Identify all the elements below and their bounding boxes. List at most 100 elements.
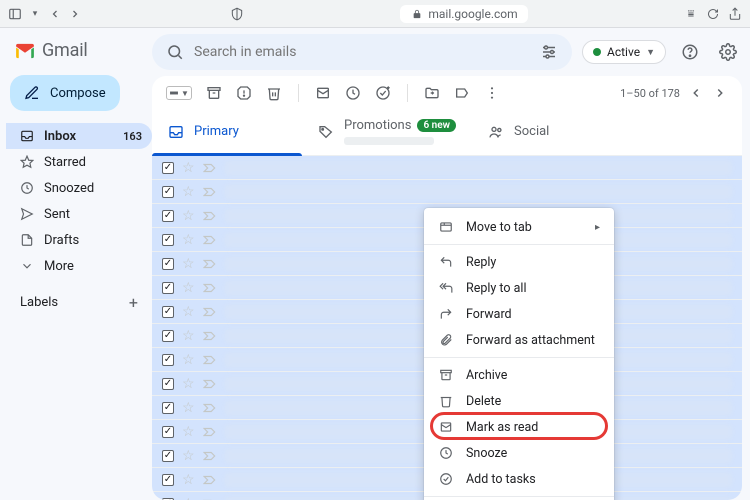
ctx-delete[interactable]: Delete: [424, 388, 614, 414]
help-icon[interactable]: [676, 38, 704, 66]
star-icon[interactable]: ☆: [182, 280, 195, 296]
row-checkbox[interactable]: [162, 402, 174, 414]
reload-icon[interactable]: [706, 7, 720, 21]
star-icon[interactable]: ☆: [182, 400, 195, 416]
row-checkbox[interactable]: [162, 282, 174, 294]
compose-button[interactable]: Compose: [10, 75, 120, 111]
tune-icon[interactable]: [540, 43, 558, 61]
people-icon: [488, 124, 504, 140]
importance-icon[interactable]: [203, 259, 217, 269]
importance-icon[interactable]: [203, 235, 217, 245]
importance-icon[interactable]: [203, 331, 217, 341]
more-icon[interactable]: [484, 85, 500, 101]
importance-icon[interactable]: [203, 283, 217, 293]
ctx-fwd_attach[interactable]: Forward as attachment: [424, 327, 614, 353]
star-icon[interactable]: ☆: [182, 304, 195, 320]
row-checkbox[interactable]: [162, 450, 174, 462]
row-checkbox[interactable]: [162, 306, 174, 318]
importance-icon[interactable]: [203, 475, 217, 485]
next-page-icon[interactable]: [712, 85, 728, 101]
ctx-mark_read[interactable]: Mark as read: [424, 414, 614, 440]
archive-icon[interactable]: [206, 85, 222, 101]
shield-icon[interactable]: [230, 7, 244, 21]
row-checkbox[interactable]: [162, 186, 174, 198]
tab-promotions[interactable]: Promotions 6 new: [302, 110, 472, 155]
row-checkbox[interactable]: [162, 234, 174, 246]
star-icon[interactable]: ☆: [182, 496, 195, 500]
prev-page-icon[interactable]: [688, 85, 704, 101]
sidebar-toggle-icon[interactable]: [8, 7, 22, 21]
settings-gear-icon[interactable]: [714, 38, 742, 66]
row-checkbox[interactable]: [162, 354, 174, 366]
importance-icon[interactable]: [203, 427, 217, 437]
search-bar[interactable]: [152, 34, 572, 70]
ctx-reply_all[interactable]: Reply to all: [424, 275, 614, 301]
add-task-icon[interactable]: [375, 85, 391, 101]
delete-icon[interactable]: [266, 85, 282, 101]
search-input[interactable]: [194, 44, 530, 60]
add-label-icon[interactable]: +: [129, 293, 138, 312]
email-row[interactable]: ☆: [152, 156, 742, 180]
url-bar[interactable]: mail.google.com: [400, 5, 527, 23]
ctx-reply[interactable]: Reply: [424, 249, 614, 275]
row-checkbox[interactable]: [162, 426, 174, 438]
select-all-checkbox[interactable]: ▼: [166, 86, 192, 100]
importance-icon[interactable]: [203, 187, 217, 197]
ctx-forward[interactable]: Forward: [424, 301, 614, 327]
sidebar-item-label: Drafts: [44, 233, 79, 248]
sidebar-item-snoozed[interactable]: Snoozed: [6, 175, 152, 201]
ctx-move_tab[interactable]: Move to tab▸: [424, 214, 614, 240]
tab-primary[interactable]: Primary: [152, 110, 302, 155]
sidebar-item-starred[interactable]: Starred: [6, 149, 152, 175]
ctx-add_tasks[interactable]: Add to tasks: [424, 466, 614, 492]
importance-icon[interactable]: [203, 211, 217, 221]
row-checkbox[interactable]: [162, 210, 174, 222]
sidebar-item-sent[interactable]: Sent: [6, 201, 152, 227]
sidebar-item-more[interactable]: More: [6, 253, 152, 279]
row-checkbox[interactable]: [162, 330, 174, 342]
status-label: Active: [607, 45, 640, 59]
star-icon[interactable]: ☆: [182, 208, 195, 224]
importance-icon[interactable]: [203, 403, 217, 413]
sidebar-item-inbox[interactable]: Inbox163: [6, 123, 152, 149]
forward-icon[interactable]: [68, 7, 82, 21]
star-icon[interactable]: ☆: [182, 352, 195, 368]
importance-icon[interactable]: [203, 307, 217, 317]
star-icon[interactable]: ☆: [182, 160, 195, 176]
share-icon[interactable]: [728, 7, 742, 21]
inbox-icon: [168, 124, 184, 140]
row-checkbox[interactable]: [162, 378, 174, 390]
row-checkbox[interactable]: [162, 162, 174, 174]
pencil-icon: [24, 85, 40, 101]
move-to-icon[interactable]: [424, 85, 440, 101]
mark-read-icon[interactable]: [315, 85, 331, 101]
star-icon[interactable]: ☆: [182, 448, 195, 464]
status-pill[interactable]: Active ▼: [582, 40, 666, 64]
importance-icon[interactable]: [203, 355, 217, 365]
importance-icon[interactable]: [203, 379, 217, 389]
back-icon[interactable]: [48, 7, 62, 21]
email-row[interactable]: ☆: [152, 180, 742, 204]
report-spam-icon[interactable]: [236, 85, 252, 101]
ctx-archive[interactable]: Archive: [424, 362, 614, 388]
star-icon[interactable]: ☆: [182, 328, 195, 344]
star-icon[interactable]: ☆: [182, 184, 195, 200]
star-icon[interactable]: ☆: [182, 472, 195, 488]
translate-icon[interactable]: ⩸: [684, 7, 698, 21]
importance-icon[interactable]: [203, 451, 217, 461]
row-checkbox[interactable]: [162, 258, 174, 270]
label-icon[interactable]: [454, 85, 470, 101]
star-icon[interactable]: ☆: [182, 256, 195, 272]
star-icon[interactable]: ☆: [182, 376, 195, 392]
snooze-icon[interactable]: [345, 85, 361, 101]
ctx-item-label: Forward: [466, 307, 512, 322]
star-icon[interactable]: ☆: [182, 232, 195, 248]
compose-label: Compose: [50, 86, 106, 101]
tab-social[interactable]: Social: [472, 110, 622, 155]
star-icon[interactable]: ☆: [182, 424, 195, 440]
chevron-down-icon[interactable]: ▾: [28, 7, 42, 21]
row-checkbox[interactable]: [162, 474, 174, 486]
sidebar-item-drafts[interactable]: Drafts: [6, 227, 152, 253]
importance-icon[interactable]: [203, 163, 217, 173]
ctx-snooze[interactable]: Snooze: [424, 440, 614, 466]
